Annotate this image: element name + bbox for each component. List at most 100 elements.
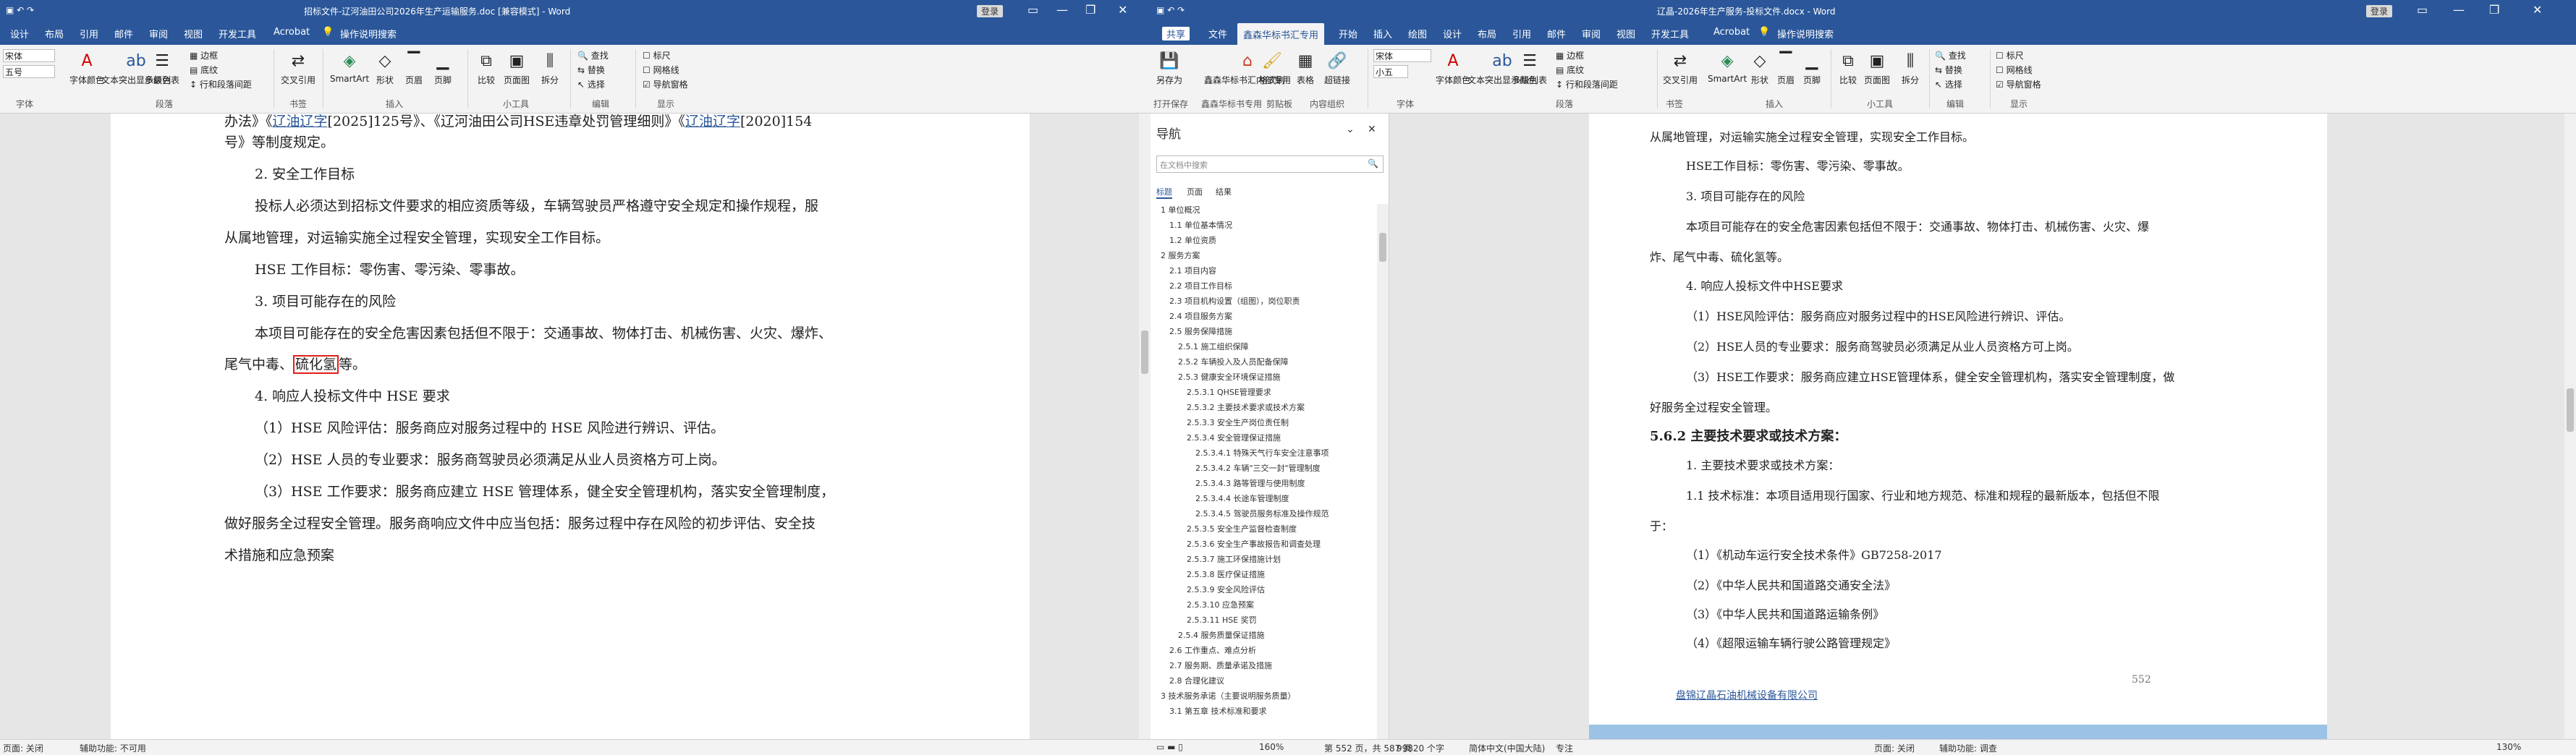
font-color-button[interactable]: A 字体颜色 bbox=[69, 49, 104, 86]
multilevel-list-button[interactable]: ☰ 多级列表 bbox=[145, 49, 179, 86]
nav-heading-item[interactable]: 2.5.2 车辆投入及人员配备保障 bbox=[1178, 356, 1289, 367]
tab-home[interactable]: 开始 bbox=[1339, 27, 1357, 40]
tab-mailings[interactable]: 邮件 bbox=[114, 27, 133, 40]
tell-me-search[interactable]: 操作说明搜索 bbox=[1777, 27, 1834, 40]
tab-xinsenhua[interactable]: 鑫森华标书汇专用 bbox=[1237, 23, 1325, 45]
left-qat-save[interactable]: ▣ ↶ ↷ bbox=[6, 5, 34, 15]
nav-heading-item[interactable]: 2.5.3.4.4 长途车管理制度 bbox=[1195, 492, 1289, 504]
borders-button[interactable]: ▦ 边框 bbox=[190, 49, 218, 61]
share-button[interactable]: 共享 bbox=[1162, 27, 1190, 40]
replace-button[interactable]: ⇆ 替换 bbox=[577, 64, 605, 76]
footer-button[interactable]: ▁ 页脚 bbox=[431, 49, 454, 86]
nav-heading-item[interactable]: 2.5.3.4.5 驾驶员服务标准及操作规范 bbox=[1195, 508, 1329, 519]
format-painter-button[interactable]: 🖌 格式刷 bbox=[1259, 49, 1285, 86]
left-status-page[interactable]: 页面: 关闭 bbox=[3, 742, 43, 754]
ruler-checkbox[interactable]: ☐ 标尺 bbox=[643, 49, 671, 61]
split-button[interactable]: ⫼ 拆分 bbox=[1899, 49, 1922, 86]
nav-heading-item[interactable]: 2.5.3.7 施工环保措施计划 bbox=[1187, 553, 1281, 565]
line-spacing-button[interactable]: ↕ 行和段落间距 bbox=[1556, 78, 1618, 90]
nav-pane-checkbox[interactable]: ☑ 导航窗格 bbox=[643, 78, 688, 90]
tab-layout[interactable]: 布局 bbox=[1478, 27, 1496, 40]
nav-heading-item[interactable]: 2.5.3.4.2 车辆"三交一封"管理制度 bbox=[1195, 462, 1321, 474]
nav-heading-item[interactable]: 2.5.3.6 安全生产事故报告和调查处理 bbox=[1187, 538, 1321, 550]
smartart-button[interactable]: ◈ SmartArt bbox=[1708, 49, 1747, 85]
nav-heading-item[interactable]: 2.5.4 服务质量保证措施 bbox=[1178, 629, 1265, 641]
gridlines-checkbox[interactable]: ☐ 网格线 bbox=[1996, 64, 2033, 76]
tab-design[interactable]: 设计 bbox=[1443, 27, 1462, 40]
tab-developer[interactable]: 开发工具 bbox=[219, 27, 256, 40]
tab-acrobat[interactable]: Acrobat bbox=[274, 27, 310, 38]
status-word-count[interactable]: 99820 个字 bbox=[1397, 742, 1444, 754]
nav-heading-item[interactable]: 2.5.1 施工组织保障 bbox=[1178, 341, 1249, 352]
nav-heading-item[interactable]: 1 单位概况 bbox=[1161, 204, 1200, 216]
font-name-box[interactable]: 宋体 bbox=[1373, 49, 1431, 62]
split-button[interactable]: ⫼ 拆分 bbox=[538, 49, 562, 86]
nav-heading-item[interactable]: 2.1 项目内容 bbox=[1169, 265, 1216, 276]
header-button[interactable]: ▔ 页眉 bbox=[1774, 49, 1797, 86]
compare-button[interactable]: ⧉ 比较 bbox=[1836, 49, 1860, 86]
tab-view[interactable]: 视图 bbox=[184, 27, 203, 40]
cross-reference-button[interactable]: ⇄ 交叉引用 bbox=[1663, 49, 1698, 86]
nav-tab-pages[interactable]: 页面 bbox=[1187, 186, 1203, 197]
tab-layout[interactable]: 布局 bbox=[45, 27, 64, 40]
nav-heading-item[interactable]: 2.5.3.5 安全生产监督检查制度 bbox=[1187, 523, 1297, 534]
nav-heading-item[interactable]: 2 服务方案 bbox=[1161, 249, 1200, 261]
minimize-icon[interactable]: — bbox=[1056, 3, 1068, 17]
tab-references[interactable]: 引用 bbox=[80, 27, 98, 40]
select-button[interactable]: ↖ 选择 bbox=[1935, 78, 1962, 90]
status-language[interactable]: 简体中文(中国大陆) bbox=[1469, 742, 1545, 754]
tab-review[interactable]: 审阅 bbox=[1582, 27, 1601, 40]
tell-me-search[interactable]: 操作说明搜索 bbox=[340, 27, 397, 40]
left-signin-button[interactable]: 登录 bbox=[977, 5, 1004, 17]
tab-view[interactable]: 视图 bbox=[1617, 27, 1635, 40]
borders-button[interactable]: ▦ 边框 bbox=[1556, 49, 1584, 61]
ribbon-display-icon[interactable]: ▭ bbox=[2417, 3, 2428, 17]
nav-tab-results[interactable]: 结果 bbox=[1216, 186, 1232, 197]
tab-developer[interactable]: 开发工具 bbox=[1651, 27, 1689, 40]
font-name-box[interactable]: 宋体 bbox=[3, 49, 55, 62]
minimize-icon[interactable]: — bbox=[2453, 3, 2465, 17]
hyperlink-button[interactable]: 🔗 超链接 bbox=[1324, 49, 1350, 86]
save-as-button[interactable]: 💾 另存为 bbox=[1156, 49, 1182, 86]
tab-acrobat[interactable]: Acrobat bbox=[1713, 27, 1750, 38]
multilevel-list-button[interactable]: ☰ 多级列表 bbox=[1512, 49, 1547, 86]
nav-heading-item[interactable]: 2.4 项目服务方案 bbox=[1169, 310, 1232, 322]
font-color-button[interactable]: A 字体颜色 bbox=[1436, 49, 1470, 86]
restore-icon[interactable]: ❐ bbox=[2489, 3, 2499, 17]
page-view-button[interactable]: ▣ 页面图 bbox=[504, 49, 530, 86]
select-button[interactable]: ↖ 选择 bbox=[577, 78, 605, 90]
nav-heading-item[interactable]: 2.3 项目机构设置（组图），岗位职责 bbox=[1169, 295, 1300, 307]
nav-heading-item[interactable]: 3 技术服务承诺（主要说明服务质量） bbox=[1161, 690, 1296, 701]
find-button[interactable]: 🔍 查找 bbox=[1935, 49, 1966, 61]
close-icon[interactable]: ✕ bbox=[1118, 3, 1127, 17]
nav-heading-item[interactable]: 2.8 合理化建议 bbox=[1169, 675, 1224, 686]
nav-heading-item[interactable]: 2.2 项目工作目标 bbox=[1169, 280, 1232, 291]
cross-reference-button[interactable]: ⇄ 交叉引用 bbox=[281, 49, 315, 86]
right-document-page[interactable]: 从属地管理，对运输实施全过程安全管理，实现安全工作目标。 HSE工作目标：零伤害… bbox=[1589, 114, 2327, 739]
nav-heading-item[interactable]: 2.6 工作重点、难点分析 bbox=[1169, 644, 1256, 656]
nav-heading-item[interactable]: 1.2 单位资质 bbox=[1169, 234, 1216, 246]
ribbon-display-icon[interactable]: ▭ bbox=[1028, 3, 1038, 17]
header-button[interactable]: ▔ 页眉 bbox=[402, 49, 425, 86]
search-icon[interactable]: 🔍 bbox=[1368, 158, 1378, 169]
left-vertical-scrollbar[interactable] bbox=[1139, 114, 1151, 739]
left-document-page[interactable]: 办法》《辽油辽字[2025]125号》、《辽河油田公司HSE违章处罚管理细则》《… bbox=[111, 114, 1030, 739]
nav-tab-headings[interactable]: 标题 bbox=[1156, 186, 1172, 199]
page-view-button[interactable]: ▣ 页面图 bbox=[1864, 49, 1890, 86]
status-focus[interactable]: 专注 bbox=[1556, 742, 1573, 754]
font-size-box[interactable]: 五号 bbox=[3, 65, 55, 78]
left-status-accessibility[interactable]: 辅助功能: 不可用 bbox=[80, 742, 146, 754]
gridlines-checkbox[interactable]: ☐ 网格线 bbox=[643, 64, 679, 76]
nav-close-icon[interactable]: ✕ bbox=[1368, 124, 1376, 135]
nav-heading-item[interactable]: 2.5.3.4 安全管理保证措施 bbox=[1187, 432, 1281, 443]
status-zoom-right[interactable]: 130% bbox=[2496, 742, 2521, 752]
nav-options-icon[interactable]: ⌄ bbox=[1346, 124, 1355, 135]
nav-heading-item[interactable]: 2.5.3.3 安全生产岗位责任制 bbox=[1187, 417, 1289, 428]
nav-heading-item[interactable]: 3.1 第五章 技术标准和要求 bbox=[1169, 705, 1267, 717]
shading-button[interactable]: ▤ 底纹 bbox=[190, 64, 218, 76]
right-signin-button[interactable]: 登录 bbox=[2366, 5, 2393, 17]
shapes-button[interactable]: ◇ 形状 bbox=[1748, 49, 1771, 86]
restore-icon[interactable]: ❐ bbox=[1085, 3, 1096, 17]
nav-search-box[interactable]: 在文档中搜索 🔍 bbox=[1156, 155, 1384, 173]
right-vertical-scrollbar[interactable] bbox=[2564, 114, 2576, 739]
